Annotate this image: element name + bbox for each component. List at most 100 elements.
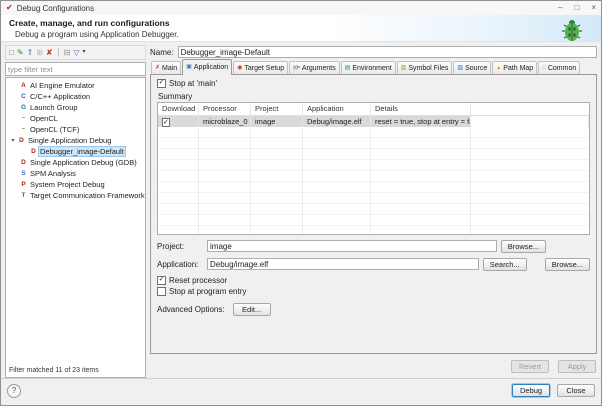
tcf-icon: T xyxy=(19,191,28,200)
summary-table-empty-area[interactable] xyxy=(158,127,589,234)
application-row: Application: Search... Browse... xyxy=(157,257,590,271)
stop-at-main-checkbox[interactable]: ✓ xyxy=(157,79,166,88)
header-banner: Create, manage, and run configurations D… xyxy=(1,15,601,42)
source-tab-icon: ▧ xyxy=(457,65,463,71)
toolbar-separator xyxy=(58,48,59,57)
tab-target-setup[interactable]: ◉ Target Setup xyxy=(233,61,288,75)
stop-at-program-entry-label: Stop at program entry xyxy=(169,287,246,296)
tree-item-debugger-image-default[interactable]: D Debugger_image-Default xyxy=(6,146,145,157)
debug-configurations-dialog: ✔ Debug Configurations – □ × Create, man… xyxy=(0,0,602,406)
tree-item-system-project-debug[interactable]: P System Project Debug xyxy=(6,179,145,190)
tab-main[interactable]: ✗ Main xyxy=(151,61,181,75)
sidebar-toolbar: □ ✎ ⇑ ⊞ ✘ ⊟ ▽ ▾ xyxy=(5,45,146,60)
tree-item-single-application-debug[interactable]: ▾ D Single Application Debug xyxy=(6,135,145,146)
opencl-icon: ~ xyxy=(19,114,28,123)
download-checkbox[interactable]: ✓ xyxy=(162,118,170,127)
apply-button[interactable]: Apply xyxy=(558,360,596,373)
column-header-filler xyxy=(471,103,589,115)
project-row: Project: Browse... xyxy=(157,239,590,253)
reset-processor-checkbox[interactable]: ✓ xyxy=(157,276,166,285)
application-browse-button[interactable]: Browse... xyxy=(545,258,590,271)
system-project-debug-icon: P xyxy=(19,180,28,189)
dialog-app-icon: ✔ xyxy=(6,4,13,12)
tab-environment[interactable]: ▤ Environment xyxy=(341,61,396,75)
launch-group-icon: G xyxy=(19,103,28,112)
tree-item-opencl-tcf[interactable]: ~ OpenCL (TCF) xyxy=(6,124,145,135)
application-tab-icon: ▣ xyxy=(186,64,192,70)
single-app-debug-gdb-icon: D xyxy=(19,158,28,167)
stop-at-main-label: Stop at 'main' xyxy=(169,79,217,88)
content-area: □ ✎ ⇑ ⊞ ✘ ⊟ ▽ ▾ A AI Engine Emulator xyxy=(1,42,601,378)
debug-config-icon: D xyxy=(29,147,38,156)
duplicate-configuration-icon[interactable]: ⊞ xyxy=(36,48,43,57)
filter-icon[interactable]: ▽ xyxy=(73,48,79,57)
maximize-icon[interactable]: □ xyxy=(574,3,579,13)
spm-analysis-icon: S xyxy=(19,169,28,178)
tab-symbol-files[interactable]: ▥ Symbol Files xyxy=(397,61,453,75)
filter-input[interactable] xyxy=(5,62,146,76)
advanced-options-label: Advanced Options: xyxy=(157,305,225,314)
minimize-icon[interactable]: – xyxy=(558,3,562,13)
configuration-tree: A AI Engine Emulator C C/C++ Application… xyxy=(6,80,145,365)
column-header-application[interactable]: Application xyxy=(303,103,371,115)
cell-processor: microblaze_0 xyxy=(199,116,251,127)
application-search-button[interactable]: Search... xyxy=(483,258,527,271)
new-prototype-icon[interactable]: ✎ xyxy=(17,48,24,57)
symbol-files-tab-icon: ▥ xyxy=(401,65,407,71)
toolbar-menu-arrow-icon[interactable]: ▾ xyxy=(83,48,86,57)
tab-path-map[interactable]: ▲ Path Map xyxy=(492,61,537,75)
configuration-editor: Name: ✗ Main ▣ Application ◉ Target Setu… xyxy=(150,45,597,378)
table-gridline xyxy=(250,127,251,234)
tree-item-ai-engine-emulator[interactable]: A AI Engine Emulator xyxy=(6,80,145,91)
tree-item-spm-analysis[interactable]: S SPM Analysis xyxy=(6,168,145,179)
tab-arguments[interactable]: (x)= Arguments xyxy=(289,61,340,75)
tab-application[interactable]: ▣ Application xyxy=(182,59,232,75)
name-row: Name: xyxy=(150,45,597,59)
path-map-tab-icon: ▲ xyxy=(496,65,501,71)
summary-table: Download Processor Project Application D… xyxy=(157,102,590,235)
tree-item-opencl[interactable]: ~ OpenCL xyxy=(6,113,145,124)
name-input[interactable] xyxy=(178,46,597,58)
tab-common[interactable]: □ Common xyxy=(538,61,580,75)
close-button[interactable]: Close xyxy=(557,384,595,397)
export-configurations-icon[interactable]: ⇑ xyxy=(27,48,34,57)
column-header-processor[interactable]: Processor xyxy=(199,103,251,115)
column-header-project[interactable]: Project xyxy=(251,103,303,115)
stop-at-main-row: ✓ Stop at 'main' xyxy=(157,78,590,89)
tab-source[interactable]: ▧ Source xyxy=(453,61,491,75)
tree-item-single-application-debug-gdb[interactable]: D Single Application Debug (GDB) xyxy=(6,157,145,168)
title-bar: ✔ Debug Configurations – □ × xyxy=(1,1,601,15)
tree-item-c-cpp-application[interactable]: C C/C++ Application xyxy=(6,91,145,102)
dialog-footer: ? Debug Close xyxy=(1,378,601,402)
summary-group-label: Summary xyxy=(158,92,590,101)
help-icon[interactable]: ? xyxy=(7,384,21,398)
banner-title: Create, manage, and run configurations xyxy=(9,18,601,28)
delete-configuration-icon[interactable]: ✘ xyxy=(46,48,53,57)
tab-strip: ✗ Main ▣ Application ◉ Target Setup (x)=… xyxy=(150,61,597,75)
cell-details: reset = true, stop at entry = false, rel… xyxy=(371,116,471,127)
column-header-download[interactable]: Download xyxy=(158,103,199,115)
application-input[interactable] xyxy=(207,258,479,270)
stop-at-program-entry-row: Stop at program entry xyxy=(157,286,590,297)
close-icon[interactable]: × xyxy=(591,3,596,13)
stop-at-program-entry-checkbox[interactable] xyxy=(157,287,166,296)
new-configuration-icon[interactable]: □ xyxy=(9,48,14,57)
reset-processor-label: Reset processor xyxy=(169,276,227,285)
table-gridline xyxy=(470,127,471,234)
table-gridline xyxy=(302,127,303,234)
project-browse-button[interactable]: Browse... xyxy=(501,240,546,253)
cell-application: Debug/image.elf xyxy=(303,116,371,127)
debug-button[interactable]: Debug xyxy=(512,384,550,397)
tree-item-target-communication-framework[interactable]: T Target Communication Framework xyxy=(6,190,145,201)
collapse-all-icon[interactable]: ⊟ xyxy=(64,48,71,57)
summary-table-row[interactable]: ✓ microblaze_0 image Debug/image.elf res… xyxy=(158,116,589,127)
column-header-details[interactable]: Details xyxy=(371,103,471,115)
tree-item-launch-group[interactable]: G Launch Group xyxy=(6,102,145,113)
ai-engine-emulator-icon: A xyxy=(19,81,28,90)
advanced-options-edit-button[interactable]: Edit... xyxy=(233,303,271,316)
project-input[interactable] xyxy=(207,240,497,252)
expand-arrow-icon[interactable]: ▾ xyxy=(9,137,17,144)
banner-subtitle: Debug a program using Application Debugg… xyxy=(15,30,601,39)
name-label: Name: xyxy=(150,48,174,57)
revert-button[interactable]: Revert xyxy=(511,360,549,373)
